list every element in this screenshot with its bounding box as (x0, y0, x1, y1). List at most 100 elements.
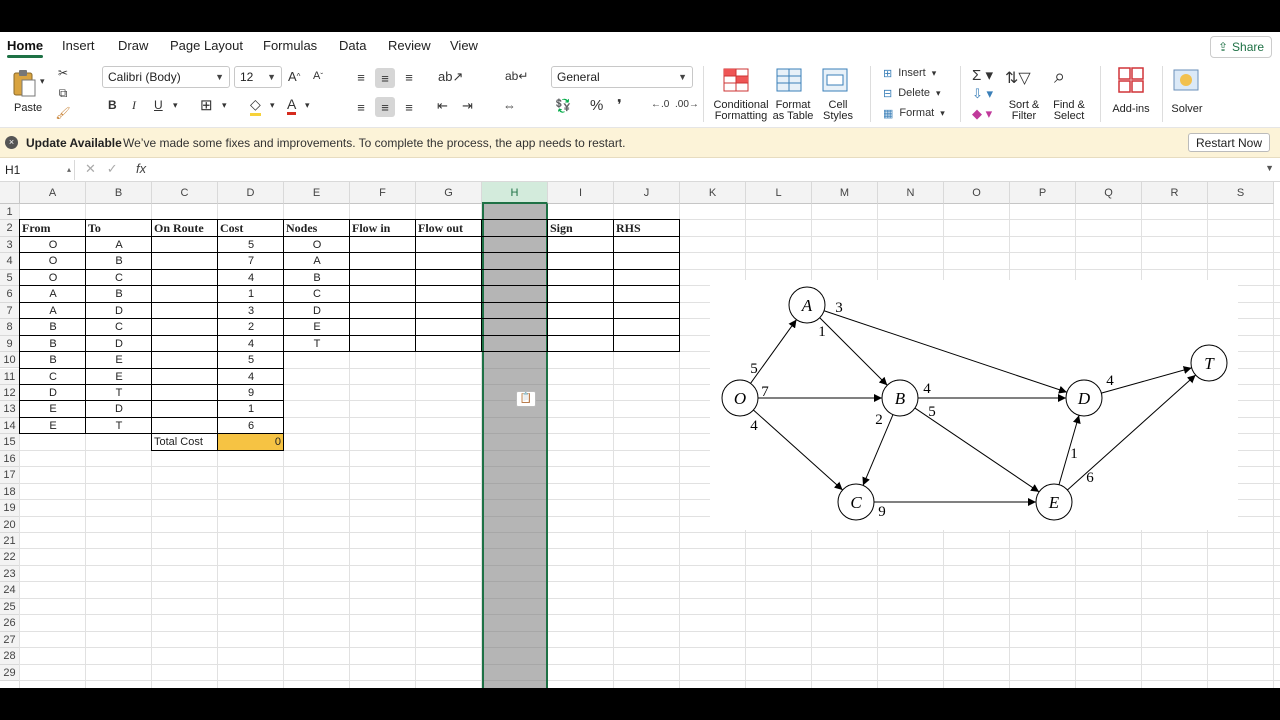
to-cell[interactable]: T (86, 385, 152, 402)
delete-cells-button[interactable]: ⊟ Delete ▾ (883, 86, 941, 100)
column-header-m[interactable]: M (812, 182, 878, 204)
autosum-icon[interactable]: Σ ▾ (972, 66, 993, 84)
column-header-d[interactable]: D (218, 182, 284, 204)
from-cell[interactable]: B (20, 336, 86, 353)
percent-icon[interactable]: % (590, 97, 603, 114)
addins-button[interactable] (1117, 66, 1145, 94)
column-header-e[interactable]: E (284, 182, 350, 204)
column-header-a[interactable]: A (20, 182, 86, 204)
row-header-6[interactable]: 6 (0, 286, 20, 303)
node-cell[interactable]: E (284, 319, 350, 336)
increase-font-icon[interactable]: A ^ (288, 69, 300, 84)
node-cell[interactable]: T (284, 336, 350, 353)
header-cell[interactable]: To (86, 220, 152, 237)
row-header-14[interactable]: 14 (0, 417, 20, 435)
close-icon[interactable]: × (5, 136, 18, 149)
tab-draw[interactable]: Draw (118, 38, 148, 53)
row-header-9[interactable]: 9 (0, 335, 20, 353)
row-header-26[interactable]: 26 (0, 615, 20, 632)
expand-formula-icon[interactable]: ▼ (1265, 163, 1274, 173)
column-header-q[interactable]: Q (1076, 182, 1142, 204)
to-cell[interactable]: D (86, 303, 152, 320)
cost-cell[interactable]: 1 (218, 286, 284, 303)
underline-dropdown-icon[interactable]: ▾ (173, 100, 178, 111)
comma-icon[interactable]: ❜ (617, 96, 622, 114)
total-cost-label[interactable]: Total Cost (152, 434, 218, 451)
row-header-23[interactable]: 23 (0, 565, 20, 583)
header-cell[interactable]: Flow in (350, 220, 416, 237)
orientation-icon[interactable]: ab↗ (438, 69, 463, 85)
tab-review[interactable]: Review (388, 38, 431, 53)
underline-icon[interactable]: U (154, 98, 163, 112)
to-cell[interactable]: T (86, 418, 152, 435)
font-name-dropdown[interactable]: Calibri (Body) ▼ (102, 66, 230, 88)
node-cell[interactable]: B (284, 270, 350, 287)
cost-cell[interactable]: 1 (218, 401, 284, 418)
wrap-text-icon[interactable]: ab↵ (505, 69, 528, 83)
find-select-label[interactable]: Find & Select (1049, 100, 1089, 122)
align-left-icon[interactable]: ≡ (352, 98, 370, 116)
tab-formulas[interactable]: Formulas (263, 38, 317, 53)
column-header-c[interactable]: C (152, 182, 218, 204)
increase-decimal-icon[interactable]: ←.0 (651, 99, 669, 110)
row-header-5[interactable]: 5 (0, 269, 20, 287)
column-header-k[interactable]: K (680, 182, 746, 204)
to-cell[interactable]: C (86, 319, 152, 336)
cost-cell[interactable]: 6 (218, 418, 284, 435)
header-cell[interactable]: Sign (548, 220, 614, 237)
decrease-indent-icon[interactable]: ⇤ (437, 98, 448, 114)
row-header-19[interactable]: 19 (0, 500, 20, 517)
align-right-icon[interactable]: ≡ (400, 98, 418, 116)
column-header-f[interactable]: F (350, 182, 416, 204)
row-header-25[interactable]: 25 (0, 598, 20, 616)
tab-insert[interactable]: Insert (62, 38, 95, 53)
from-cell[interactable]: A (20, 286, 86, 303)
to-cell[interactable]: D (86, 401, 152, 418)
borders-dropdown-icon[interactable]: ▾ (222, 100, 227, 111)
from-cell[interactable]: B (20, 319, 86, 336)
tab-home[interactable]: Home (7, 38, 44, 58)
increase-indent-icon[interactable]: ⇥ (462, 98, 473, 114)
format-painter-icon[interactable]: 🖌 (54, 106, 72, 120)
column-header-n[interactable]: N (878, 182, 944, 204)
to-cell[interactable]: B (86, 253, 152, 270)
node-cell[interactable]: O (284, 237, 350, 254)
cost-cell[interactable]: 9 (218, 385, 284, 402)
row-header-24[interactable]: 24 (0, 582, 20, 599)
column-header-b[interactable]: B (86, 182, 152, 204)
cost-cell[interactable]: 4 (218, 369, 284, 386)
bold-icon[interactable]: B (108, 98, 117, 112)
header-cell[interactable]: Nodes (284, 220, 350, 237)
column-header-l[interactable]: L (746, 182, 812, 204)
row-header-12[interactable]: 12 (0, 384, 20, 402)
from-cell[interactable]: O (20, 253, 86, 270)
column-header-p[interactable]: P (1010, 182, 1076, 204)
function-icon[interactable]: fx (136, 161, 146, 176)
select-all-corner[interactable] (0, 182, 20, 204)
conditional-formatting-button[interactable] (722, 66, 750, 94)
from-cell[interactable]: E (20, 401, 86, 418)
total-cost-value[interactable]: 0 (218, 434, 284, 451)
column-header-s[interactable]: S (1208, 182, 1274, 204)
cost-cell[interactable]: 5 (218, 352, 284, 369)
cost-cell[interactable]: 2 (218, 319, 284, 336)
paste-button[interactable] (10, 68, 38, 98)
insert-cells-button[interactable]: ⊞ Insert ▾ (883, 66, 936, 80)
row-header-7[interactable]: 7 (0, 302, 20, 320)
merge-center-icon[interactable]: ⇔ (503, 98, 516, 113)
sort-filter-label[interactable]: Sort & Filter (1004, 100, 1044, 122)
decrease-decimal-icon[interactable]: .00→ (675, 99, 699, 110)
sort-filter-icon[interactable]: ⇅▽ (1005, 68, 1031, 88)
tab-page-layout[interactable]: Page Layout (170, 38, 243, 53)
solver-button[interactable] (1172, 66, 1200, 94)
to-cell[interactable]: D (86, 336, 152, 353)
share-button[interactable]: ⇪ Share (1210, 36, 1272, 58)
from-cell[interactable]: O (20, 237, 86, 254)
row-header-17[interactable]: 17 (0, 467, 20, 484)
align-center-icon[interactable]: ≡ (375, 97, 395, 117)
paste-dropdown-icon[interactable]: ▾ (40, 76, 45, 87)
row-header-1[interactable]: 1 (0, 204, 20, 221)
decrease-font-icon[interactable]: Aˇ (313, 70, 323, 82)
selected-column-h[interactable] (482, 204, 548, 688)
row-header-2[interactable]: 2 (0, 220, 20, 237)
